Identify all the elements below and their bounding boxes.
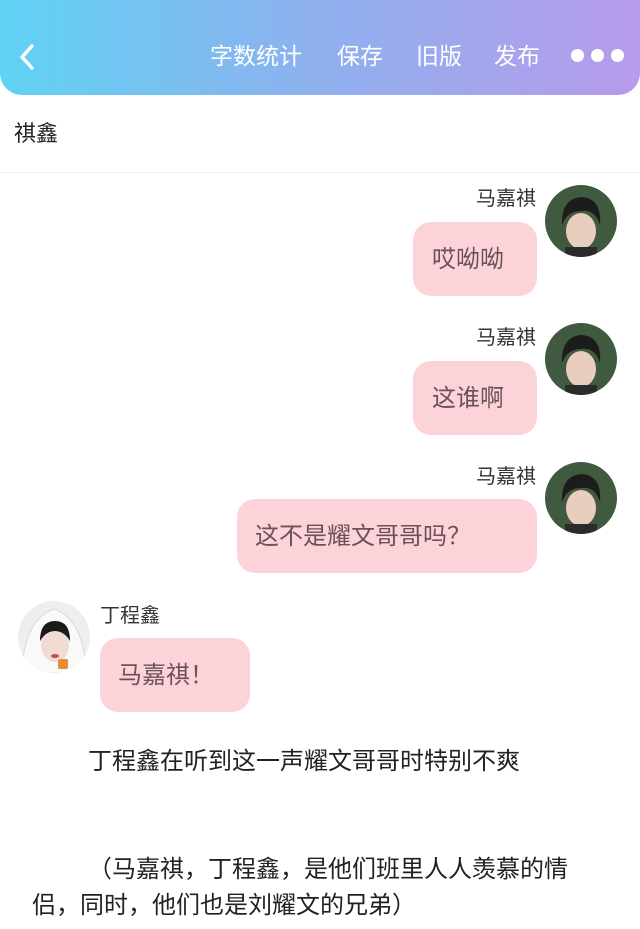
avatar: [545, 323, 617, 395]
avatar: [545, 185, 617, 257]
chevron-left-icon: [20, 44, 34, 70]
document-title[interactable]: 祺鑫: [14, 120, 58, 150]
old-version-button[interactable]: 旧版: [416, 42, 462, 72]
message-bubble[interactable]: 马嘉祺！: [100, 638, 250, 712]
word-count-button[interactable]: 字数统计: [210, 42, 302, 72]
sender-name: 马嘉祺: [476, 186, 536, 210]
divider: [0, 172, 640, 173]
sender-name: 丁程鑫: [100, 603, 160, 627]
save-button[interactable]: 保存: [337, 42, 383, 72]
sender-name: 马嘉祺: [476, 464, 536, 488]
avatar: [545, 462, 617, 534]
message-bubble[interactable]: 这不是耀文哥哥吗？: [237, 499, 537, 573]
story-paragraph[interactable]: （马嘉祺，丁程鑫，是他们班里人人羡慕的情侣，同时，他们也是刘耀文的兄弟）: [32, 851, 592, 923]
more-button[interactable]: [571, 49, 624, 63]
message-bubble[interactable]: 这谁啊: [413, 361, 537, 435]
story-paragraph[interactable]: 丁程鑫在听到这一声耀文哥哥时特别不爽: [32, 743, 592, 779]
message-bubble[interactable]: 哎呦呦: [413, 222, 537, 296]
back-button[interactable]: [14, 40, 42, 74]
sender-name: 马嘉祺: [476, 325, 536, 349]
top-bar: 字数统计 保存 旧版 发布: [0, 0, 640, 95]
publish-button[interactable]: 发布: [494, 42, 540, 72]
avatar: [18, 601, 90, 673]
